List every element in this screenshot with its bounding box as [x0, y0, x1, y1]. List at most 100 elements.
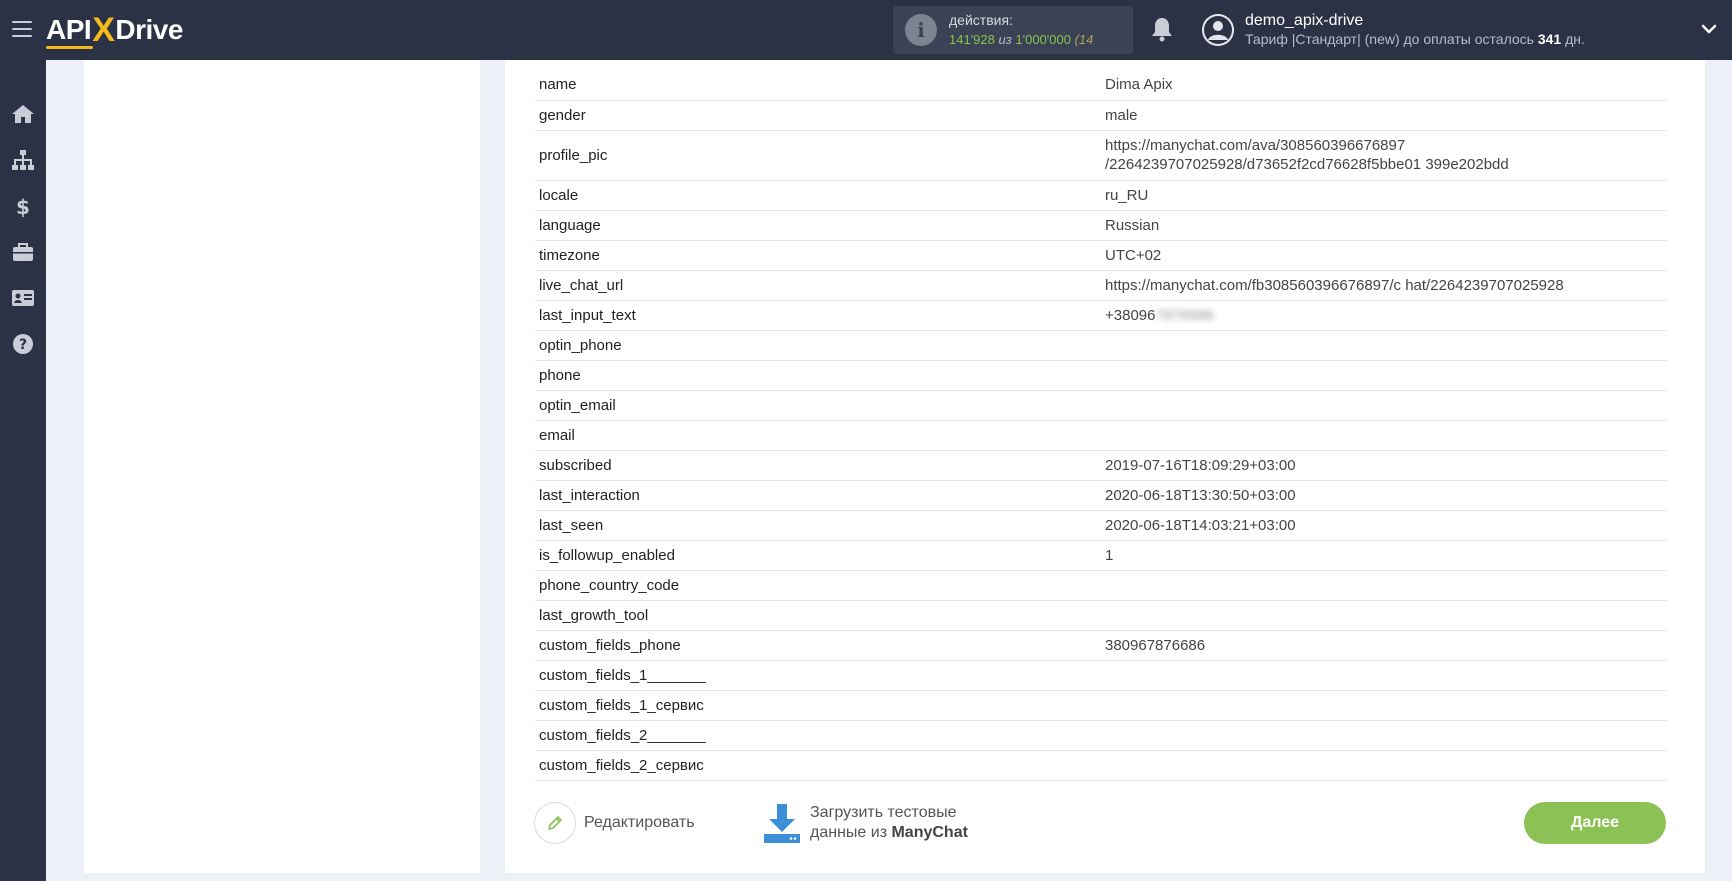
field-key: profile_pic [539, 146, 608, 164]
user-info[interactable]: demo_apix-drive Тариф |Стандарт| (new) д… [1245, 11, 1585, 49]
field-value [1101, 690, 1667, 720]
table-row: name Dima Apix [535, 70, 1667, 100]
field-key: phone_country_code [539, 576, 680, 594]
field-key: optin_email [539, 396, 616, 414]
actions-total: 1'000'000 [1015, 32, 1071, 47]
field-key: custom_fields_1_______ [539, 666, 706, 684]
edit-button[interactable]: Редактировать [534, 802, 695, 844]
field-value: UTC+02 [1105, 246, 1162, 264]
table-row: is_followup_enabled 1 [535, 540, 1667, 570]
plan-suffix: дн. [1561, 31, 1585, 47]
table-row: live_chat_url https://manychat.com/fb3085… [535, 270, 1667, 300]
load-label-prefix: данные из [810, 824, 892, 841]
field-value [1101, 660, 1667, 690]
svg-text:$: $ [16, 195, 30, 218]
table-row: last_growth_tool [535, 600, 1667, 630]
field-value [1101, 330, 1667, 360]
load-test-data-button[interactable]: Загрузить тестовые данные из ManyChat [762, 802, 968, 844]
field-key: subscribed [539, 456, 612, 474]
field-value [1101, 420, 1667, 450]
pencil-icon [534, 802, 576, 844]
field-value: Russian [1105, 216, 1160, 234]
main-panel: name Dima Apix gender male profile_pic https:… [505, 60, 1705, 873]
table-row: optin_phone [535, 330, 1667, 360]
left-panel [84, 60, 480, 873]
field-key: language [539, 216, 601, 234]
next-button[interactable]: Далее [1524, 802, 1666, 844]
field-value: 380967876686 [1105, 636, 1206, 654]
notification-bell-icon[interactable] [1150, 16, 1174, 42]
apix-drive-logo[interactable]: API X Drive [46, 10, 183, 50]
field-key: custom_fields_phone [539, 636, 681, 654]
field-value: male [1105, 106, 1138, 124]
plan-prefix: Тариф |Стандарт| (new) до оплаты осталос… [1245, 31, 1538, 47]
top-bar: API X Drive i действия: 141'928 из 1'000'0… [0, 0, 1732, 60]
field-key: last_interaction [539, 486, 640, 504]
load-label-service: ManyChat [891, 824, 968, 841]
actions-used: 141'928 [949, 32, 995, 47]
table-row: gender male [535, 100, 1667, 130]
field-key: email [539, 426, 575, 444]
chevron-down-icon[interactable] [1700, 20, 1718, 38]
table-row: custom_fields_1_______ [535, 660, 1667, 690]
table-row: language Russian [535, 210, 1667, 240]
field-key: live_chat_url [539, 276, 624, 294]
help-icon[interactable]: ? [11, 332, 35, 356]
load-label-line1: Загрузить тестовые [810, 804, 957, 821]
table-row: email [535, 420, 1667, 450]
field-key: name [539, 76, 577, 94]
field-key: gender [539, 106, 586, 124]
table-row: last_input_text +380967876686 [535, 300, 1667, 330]
table-row: phone [535, 360, 1667, 390]
field-value: 2020-06-18T14:03:21+03:00 [1105, 516, 1296, 534]
actions-counter[interactable]: i действия: 141'928 из 1'000'000 (14 [893, 6, 1133, 54]
field-value: 2019-07-16T18:09:29+03:00 [1105, 456, 1296, 474]
dollar-icon[interactable]: $ [11, 194, 35, 218]
field-key: last_growth_tool [539, 606, 649, 624]
table-row: custom_fields_2_______ [535, 720, 1667, 750]
field-key: locale [539, 186, 579, 204]
table-row: profile_pic https://manychat.com/ava/3085… [535, 130, 1667, 180]
table-row: phone_country_code [535, 570, 1667, 600]
field-value-blurred: 7876686 [1155, 306, 1214, 324]
field-value [1101, 600, 1667, 630]
svg-text:?: ? [19, 337, 27, 353]
field-key: custom_fields_1_сервис [539, 696, 704, 714]
sidebar: $ ? [0, 60, 46, 881]
field-key: timezone [539, 246, 600, 264]
table-row: timezone UTC+02 [535, 240, 1667, 270]
field-value [1101, 390, 1667, 420]
field-value: 1 [1105, 546, 1114, 564]
table-row: custom_fields_1_сервис [535, 690, 1667, 720]
info-icon: i [905, 14, 937, 46]
table-row: optin_email [535, 390, 1667, 420]
logo-drive-text: Drive [115, 14, 183, 45]
field-value: Dima Apix [1105, 76, 1173, 94]
sitemap-icon[interactable] [11, 148, 35, 172]
user-avatar[interactable] [1202, 14, 1234, 46]
load-label-line2: данные из ManyChat [810, 823, 968, 843]
table-row: locale ru_RU [535, 180, 1667, 210]
field-key: is_followup_enabled [539, 546, 675, 564]
logo-api-text: API [46, 14, 94, 49]
briefcase-icon[interactable] [11, 240, 35, 264]
home-icon[interactable] [11, 102, 35, 126]
hamburger-menu-icon[interactable] [12, 21, 32, 37]
actions-count: 141'928 из 1'000'000 (14 [949, 30, 1129, 49]
field-key: last_input_text [539, 306, 636, 324]
id-card-icon[interactable] [11, 286, 35, 310]
download-icon [764, 804, 800, 843]
field-value: +380967876686 [1101, 300, 1667, 330]
plan-days: 341 [1537, 31, 1562, 47]
table-row: last_interaction 2020-06-18T13:30:50+03:0… [535, 480, 1667, 510]
user-plan: Тариф |Стандарт| (new) до оплаты осталос… [1245, 30, 1585, 49]
table-row: custom_fields_2_сервис [535, 750, 1667, 780]
field-value [1101, 750, 1667, 780]
field-key: last_seen [539, 516, 604, 534]
user-name: demo_apix-drive [1245, 12, 1364, 29]
field-value-visible: +38096 [1105, 306, 1156, 324]
edit-label: Редактировать [584, 814, 695, 831]
test-data-table: name Dima Apix gender male profile_pic https:… [535, 70, 1667, 781]
field-key: custom_fields_2_сервис [539, 756, 704, 774]
logo-x-text: X [92, 10, 115, 49]
